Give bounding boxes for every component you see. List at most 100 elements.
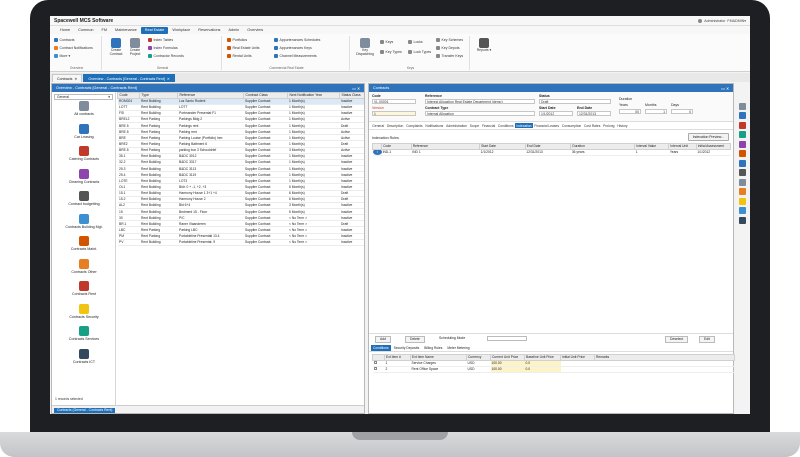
real-estate-units-button[interactable]: Real Estate Units <box>227 46 260 50</box>
menu-fm[interactable]: FM <box>98 27 111 34</box>
user-area[interactable]: Administrator FMADMIN▾ <box>698 18 746 23</box>
contract-notifications-button[interactable]: Contract Notifications <box>54 46 93 50</box>
code-field[interactable]: VL.00001 <box>372 99 416 104</box>
tab-financial-leases[interactable]: Financial Leases <box>533 123 560 129</box>
category-item[interactable]: Contracts Security <box>52 303 116 319</box>
printer-icon[interactable] <box>738 169 746 176</box>
category-item[interactable]: Contracts Building Mgt. <box>52 213 116 229</box>
mail-icon[interactable] <box>738 207 746 214</box>
category-item[interactable]: Catering Contracts <box>52 146 116 161</box>
tab-description[interactable]: Description <box>386 123 405 129</box>
deselect-button[interactable]: Deselect <box>665 335 689 344</box>
tab-administration[interactable]: Administration <box>445 123 468 129</box>
portfolios-button[interactable]: Portfolios <box>227 38 247 42</box>
scheduling-mode-select[interactable] <box>487 335 527 341</box>
category-item[interactable]: Car Leasing <box>52 123 116 139</box>
tab-contracts[interactable]: Contracts ✕ <box>52 74 83 82</box>
table-row[interactable]: 2 Rent Office Space USD 100.00 0.0 <box>372 366 735 373</box>
tab-contracts-rent[interactable]: Contracts (General - Contracts Rent) <box>54 407 116 413</box>
category-filter-select[interactable]: General ▾ <box>54 94 113 100</box>
category-item[interactable]: Contracts Services <box>52 326 116 341</box>
category-item[interactable]: Contracts Other <box>52 258 116 274</box>
category-item[interactable]: Contracts Maint. <box>52 236 116 251</box>
key-types-button[interactable]: Key Types <box>380 50 402 54</box>
tab-complaints[interactable]: Complaints <box>405 123 424 129</box>
contractor-records-button[interactable]: Contractor Records <box>148 54 184 58</box>
menu-maintenance[interactable]: Maintenance <box>111 27 141 34</box>
category-item[interactable]: Contract budgetting <box>52 191 116 206</box>
appurtenances-keys-button[interactable]: Appurtenances Keys <box>274 46 312 50</box>
menu-admin[interactable]: Admin <box>224 27 243 34</box>
menu-workplace[interactable]: Workplace <box>168 27 194 34</box>
rental-units-button[interactable]: Rental Units <box>227 54 252 58</box>
add-button[interactable]: Add <box>375 335 392 344</box>
row-checkbox[interactable] <box>373 366 377 371</box>
panel-controls-icon[interactable]: ▭ ✕ <box>352 86 360 91</box>
reports-button[interactable]: Reports ▾ <box>474 38 494 53</box>
menu-reservations[interactable]: Reservations <box>194 27 224 34</box>
star-icon[interactable] <box>738 197 746 205</box>
channel-measurements-button[interactable]: Channel Measurements <box>274 54 317 58</box>
history-icon[interactable] <box>738 188 746 195</box>
key-depots-button[interactable]: Key Depots <box>436 46 460 50</box>
tab-conditions[interactable]: Conditions <box>497 123 515 129</box>
days-field[interactable]: 0 <box>671 109 693 114</box>
locks-button[interactable]: Locks <box>408 40 423 44</box>
key-dispatching-button[interactable]: Key Dispatching <box>354 38 376 56</box>
tab-indexation[interactable]: Indexation <box>514 122 533 129</box>
index-tables-button[interactable]: Index Tables <box>148 38 173 42</box>
indexation-preview-button[interactable]: Indexation Preview... <box>687 133 729 141</box>
tab-meter-metering[interactable]: Meter Metering <box>445 345 471 351</box>
appurtenances-schedules-button[interactable]: Appurtenances Schedules <box>274 38 320 42</box>
delete-button[interactable]: Delete <box>405 335 425 344</box>
table-row[interactable]: PV Rent Building Portableline Presentat. 9… <box>117 239 364 246</box>
tab-overview-contracts[interactable]: Overview - Contracts [General - Contract… <box>83 74 175 82</box>
chart-icon[interactable] <box>738 131 746 138</box>
table-row[interactable]: i IND-1 IND 1 1/1/2012 12/31/2013 36 years 1 Ye… <box>372 149 731 156</box>
tab-prolong[interactable]: Prolong <box>602 123 616 129</box>
tab-consumption[interactable]: Consumption <box>561 123 583 129</box>
contract-type-select[interactable]: Internal Allocation <box>425 111 535 116</box>
calendar-icon[interactable] <box>738 121 746 129</box>
close-icon[interactable]: ✕ <box>74 77 77 81</box>
tab-billing-rules[interactable]: Billing Rules <box>422 345 444 351</box>
category-item[interactable]: Contracts Rent <box>52 281 116 296</box>
category-item[interactable]: Contracts ICT <box>52 348 116 364</box>
tab-scope[interactable]: Scope <box>469 123 481 129</box>
status-select[interactable]: Draft <box>539 99 611 104</box>
reference-field[interactable]: Interest Allocation Real Estate Departme… <box>425 99 535 104</box>
months-field[interactable]: 1 <box>645 109 667 114</box>
tab-security-deposits[interactable]: Security Deposits <box>392 345 422 351</box>
map-icon[interactable] <box>738 150 746 157</box>
keys-button[interactable]: Keys <box>380 40 393 44</box>
column-header[interactable]: Status Class <box>339 92 364 99</box>
end-date-field[interactable]: 12/31/2013 <box>577 111 611 116</box>
category-item[interactable]: All contracts <box>52 101 116 116</box>
category-item[interactable]: Cleaning Contracts <box>52 168 116 184</box>
tab-financial[interactable]: Financial <box>481 123 497 129</box>
document-icon[interactable] <box>738 112 746 119</box>
attach-icon[interactable] <box>738 178 746 186</box>
menu-common[interactable]: Common <box>74 27 97 34</box>
grid-icon[interactable] <box>738 102 746 110</box>
start-date-field[interactable]: 1/1/2012 <box>539 111 573 116</box>
tab-notifications[interactable]: Notifications <box>424 123 445 129</box>
menu-home[interactable]: Home <box>56 27 74 34</box>
transfer-keys-button[interactable]: Transfer Keys <box>436 54 463 58</box>
create-contract-button[interactable]: Create Contract <box>107 38 125 56</box>
menu-real-estate[interactable]: Real Estate <box>140 26 169 34</box>
key-schemes-button[interactable]: Key Schemes <box>436 38 463 42</box>
tab-history[interactable]: History <box>616 123 629 129</box>
version-field[interactable]: 1 <box>372 111 416 116</box>
more-button[interactable]: More ▾ <box>54 54 70 58</box>
tab-cost-rates[interactable]: Cost Rates <box>583 123 602 129</box>
create-project-button[interactable]: Create Project <box>126 38 144 56</box>
edit-button[interactable]: Edit <box>699 335 715 344</box>
lock-types-button[interactable]: Lock Types <box>408 50 431 54</box>
tab-conditions[interactable]: Conditions <box>371 345 391 351</box>
tab-general[interactable]: General <box>371 123 385 129</box>
panel-controls-icon[interactable]: ▭ ✕ <box>721 86 729 91</box>
settings-icon[interactable] <box>738 140 746 148</box>
menu-overview[interactable]: Overview <box>243 27 267 34</box>
row-checkbox[interactable] <box>373 360 377 365</box>
